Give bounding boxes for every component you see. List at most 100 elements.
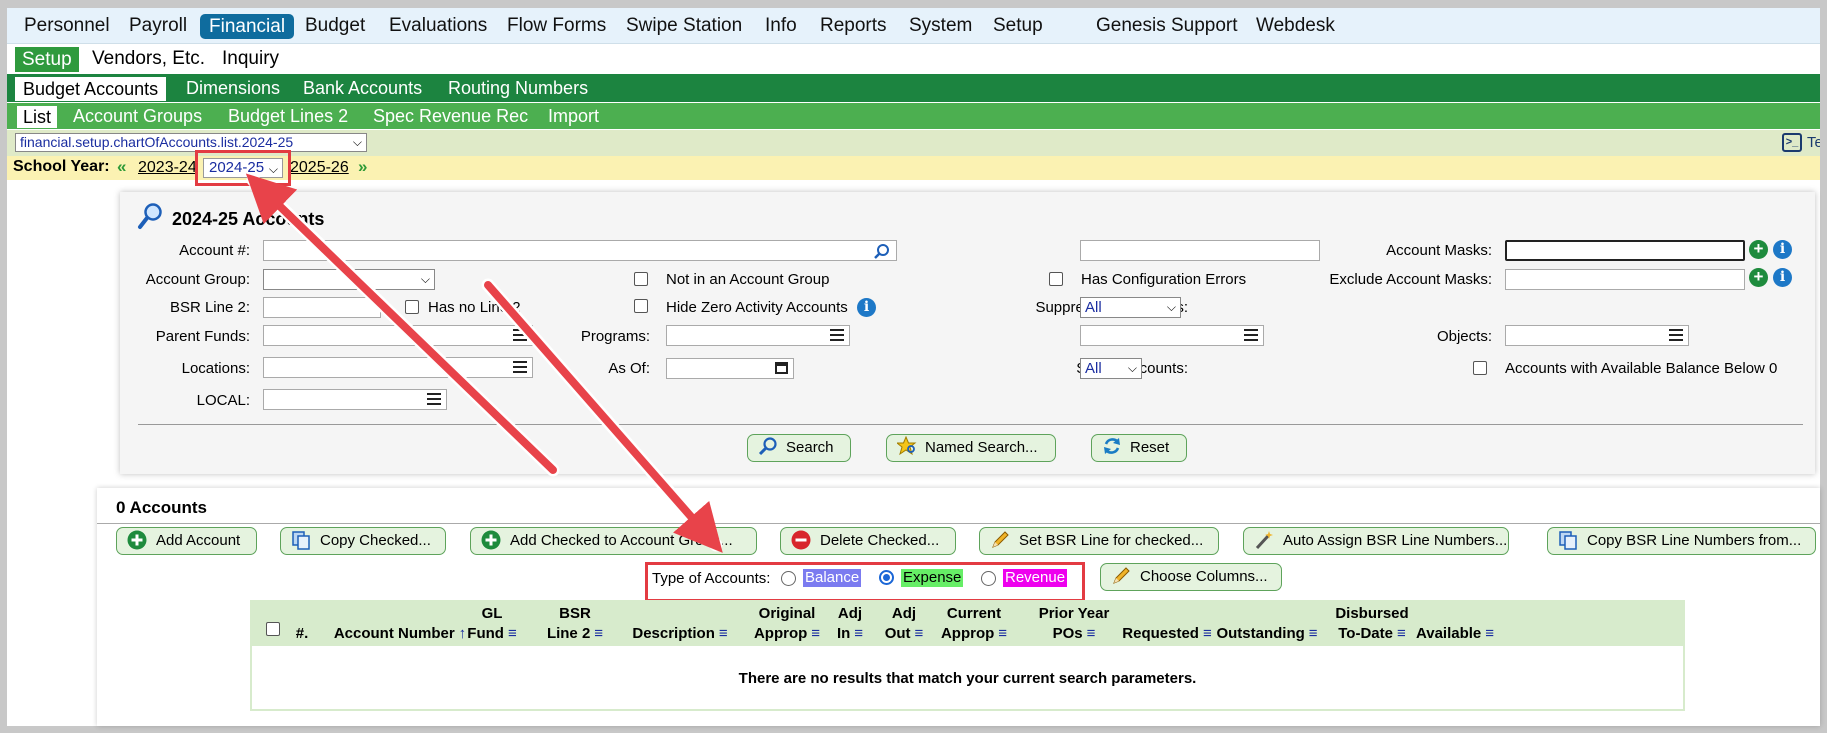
minus-circle-icon (791, 530, 811, 550)
tab-inquiry[interactable]: Inquiry (222, 45, 279, 72)
locations-input[interactable] (263, 357, 533, 378)
calendar-icon[interactable] (775, 362, 788, 374)
menu-icon[interactable] (1669, 329, 1683, 341)
local-input[interactable] (263, 389, 447, 410)
nav-reports[interactable]: Reports (820, 8, 887, 44)
column-menu-icon[interactable]: ≡ (1485, 625, 1494, 642)
balance-radio[interactable] (781, 571, 796, 586)
tab-account-groups[interactable]: Account Groups (73, 103, 202, 129)
suppress-select[interactable]: All ⌵ (1080, 297, 1181, 318)
nav-flow-forms[interactable]: Flow Forms (507, 8, 606, 44)
divider (138, 424, 1803, 425)
copy-icon (1559, 531, 1577, 550)
column-header[interactable]: Available ≡ (1375, 604, 1535, 644)
tab-dimensions[interactable]: Dimensions (186, 74, 280, 102)
search-button[interactable]: Search (747, 434, 851, 462)
nav-swipe-station[interactable]: Swipe Station (626, 8, 742, 44)
plus-circle-icon (127, 530, 147, 550)
expense-radio[interactable] (879, 570, 894, 585)
auto-assign-label: Auto Assign BSR Line Numbers... (1283, 532, 1508, 549)
next-year-link[interactable]: 2025-26 (290, 159, 349, 177)
add-exclude-mask-icon[interactable]: + (1749, 268, 1768, 287)
info-icon[interactable]: i (857, 298, 876, 317)
tab-budget-lines-2[interactable]: Budget Lines 2 (228, 103, 348, 129)
salary-select[interactable]: All ⌵ (1080, 358, 1142, 379)
nav-setup[interactable]: Setup (993, 8, 1043, 44)
sub-nav-2: Budget Accounts Dimensions Bank Accounts… (7, 74, 1820, 102)
info-icon[interactable]: i (1773, 268, 1792, 287)
auto-assign-button[interactable]: Auto Assign BSR Line Numbers... (1243, 527, 1509, 555)
menu-icon[interactable] (427, 393, 441, 405)
programs-input[interactable] (666, 325, 850, 346)
plus-circle-icon (481, 530, 501, 550)
not-in-group-label: Not in an Account Group (666, 271, 830, 288)
info-icon[interactable]: i (1773, 240, 1792, 259)
tab-import[interactable]: Import (548, 103, 599, 129)
nav-personnel[interactable]: Personnel (24, 8, 110, 44)
nav-evaluations[interactable]: Evaluations (389, 8, 487, 44)
bsr-line-input[interactable] (263, 297, 381, 318)
add-to-group-button[interactable]: Add Checked to Account Group... (470, 527, 757, 555)
tab-bank-accounts[interactable]: Bank Accounts (303, 74, 422, 102)
add-account-button[interactable]: Add Account (116, 527, 257, 555)
reset-button[interactable]: Reset (1091, 434, 1187, 462)
path-select-value: financial.setup.chartOfAccounts.list.202… (20, 134, 294, 150)
tab-list[interactable]: List (17, 106, 58, 128)
column-header-label: Description (632, 625, 715, 642)
tab-setup[interactable]: Setup (15, 47, 79, 72)
copy-checked-button[interactable]: Copy Checked... (280, 527, 446, 555)
has-no-line-checkbox[interactable] (405, 300, 419, 314)
locations-label: Locations: (181, 360, 250, 377)
nav-budget[interactable]: Budget (305, 8, 365, 44)
revenue-radio[interactable] (981, 571, 996, 586)
account-no-input[interactable] (263, 240, 897, 261)
terminal-label[interactable]: Te (1807, 134, 1820, 151)
config-errors-label: Has Configuration Errors (1081, 271, 1247, 288)
delete-checked-button[interactable]: Delete Checked... (780, 527, 956, 555)
add-to-group-label: Add Checked to Account Group... (510, 532, 733, 549)
search-icon (138, 203, 162, 229)
empty-message: There are no results that match your cur… (738, 670, 1197, 687)
nav-system[interactable]: System (909, 8, 972, 44)
next-year-icon[interactable]: » (358, 157, 367, 177)
prev-year-link[interactable]: 2023-24 (138, 159, 197, 177)
avail-balance-checkbox[interactable] (1473, 361, 1487, 375)
annotation-year-box (195, 150, 291, 186)
copy-bsr-button[interactable]: Copy BSR Line Numbers from... (1547, 527, 1816, 555)
as-of-date-input[interactable] (666, 358, 794, 379)
functions-input[interactable] (1080, 325, 1264, 346)
nav-info[interactable]: Info (765, 8, 797, 44)
objects-input[interactable] (1505, 325, 1689, 346)
star-search-icon (897, 436, 917, 456)
search-panel: 2024-25 Accounts Account #: Description:… (120, 192, 1815, 474)
account-group-select[interactable]: ⌵ (263, 269, 435, 290)
previous-year-icon[interactable]: « (117, 157, 126, 177)
not-in-group-checkbox[interactable] (634, 272, 648, 286)
hide-zero-checkbox[interactable] (634, 299, 648, 313)
terminal-icon[interactable]: >_ (1782, 133, 1802, 152)
path-select[interactable]: financial.setup.chartOfAccounts.list.202… (15, 133, 367, 152)
add-mask-icon[interactable]: + (1749, 240, 1768, 259)
nav-financial[interactable]: Financial (200, 14, 295, 39)
config-errors-checkbox[interactable] (1049, 272, 1063, 286)
nav-genesis-support[interactable]: Genesis Support (1096, 8, 1238, 44)
tab-spec-revenue-rec[interactable]: Spec Revenue Rec (373, 103, 528, 129)
search-icon (758, 437, 777, 456)
menu-icon[interactable] (1244, 329, 1258, 341)
tab-routing-numbers[interactable]: Routing Numbers (448, 74, 588, 102)
exclude-masks-input[interactable] (1505, 269, 1745, 290)
parent-funds-input[interactable] (263, 325, 533, 346)
choose-columns-button[interactable]: Choose Columns... (1100, 563, 1282, 591)
exclude-masks-label: Exclude Account Masks: (1329, 271, 1492, 288)
nav-payroll[interactable]: Payroll (129, 8, 187, 44)
menu-icon[interactable] (830, 329, 844, 341)
tab-budget-accounts[interactable]: Budget Accounts (15, 77, 167, 101)
tab-vendors[interactable]: Vendors, Etc. (92, 45, 205, 72)
description-input[interactable] (1080, 240, 1320, 261)
set-bsr-line-button[interactable]: Set BSR Line for checked... (979, 527, 1219, 555)
nav-webdesk[interactable]: Webdesk (1256, 8, 1335, 44)
named-search-button[interactable]: Named Search... (886, 434, 1056, 462)
account-masks-input[interactable] (1505, 240, 1745, 261)
expense-label: Expense (901, 569, 964, 587)
search-icon[interactable] (873, 243, 890, 260)
